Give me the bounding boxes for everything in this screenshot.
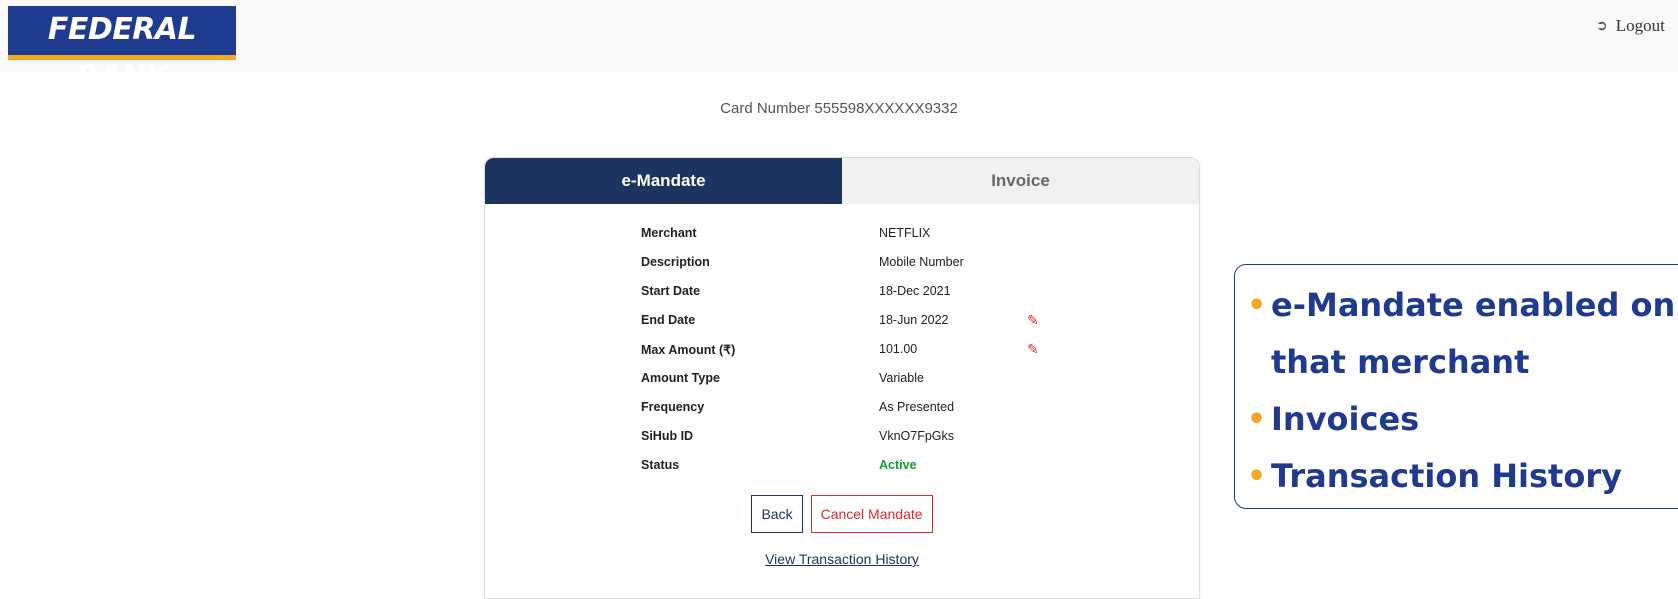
mandate-details: Merchant NETFLIX Description Mobile Numb… <box>641 226 1061 487</box>
cancel-mandate-button[interactable]: Cancel Mandate <box>810 495 933 533</box>
feature-list: • e-Mandate enabled on that merchant • Inv… <box>1235 265 1678 505</box>
tab-bar: e-Mandate Invoice <box>485 158 1199 204</box>
view-transaction-history-link[interactable]: View Transaction History <box>485 551 1199 567</box>
detail-label: Merchant <box>641 226 697 240</box>
detail-row-start-date: Start Date 18-Dec 2021 <box>641 284 1061 313</box>
feature-text: Invoices <box>1271 400 1420 438</box>
detail-row-frequency: Frequency As Presented <box>641 400 1061 429</box>
action-buttons: Back Cancel Mandate <box>485 495 1199 533</box>
detail-value: As Presented <box>879 400 955 414</box>
bullet-icon: • <box>1247 288 1267 323</box>
mandate-panel: e-Mandate Invoice Merchant NETFLIX Descr… <box>484 157 1200 599</box>
card-number: Card Number 555598XXXXXX9332 <box>720 100 958 117</box>
feature-callout: • e-Mandate enabled on that merchant • Inv… <box>1234 264 1678 509</box>
bullet-icon: • <box>1247 402 1267 437</box>
federal-bank-logo: FEDERAL BANK <box>8 6 236 95</box>
feature-text: e-Mandate enabled on that merchant <box>1271 286 1676 381</box>
feature-text: Transaction History <box>1271 457 1622 495</box>
logout-label: Logout <box>1615 16 1665 35</box>
detail-label: Start Date <box>641 284 701 298</box>
edit-max-amount-icon[interactable]: ✎ <box>1027 341 1039 358</box>
detail-value: 18-Dec 2021 <box>879 284 951 298</box>
detail-row-end-date: End Date 18-Jun 2022 ✎ <box>641 312 1061 342</box>
detail-row-max-amount: Max Amount (₹) 101.00 ✎ <box>641 341 1061 371</box>
tab-e-mandate[interactable]: e-Mandate <box>485 158 842 204</box>
status-badge: Active <box>879 458 917 472</box>
detail-row-description: Description Mobile Number <box>641 255 1061 284</box>
detail-row-status: Status Active <box>641 458 1061 487</box>
detail-label: Description <box>641 255 710 269</box>
tab-invoice[interactable]: Invoice <box>842 158 1199 204</box>
feature-item-transaction-history: • Transaction History <box>1247 448 1678 505</box>
detail-value: 18-Jun 2022 <box>879 313 949 327</box>
logout-button[interactable]: ➲ Logout <box>1596 16 1665 36</box>
top-bar: FEDERAL BANK ➲ Logout <box>0 0 1678 95</box>
detail-value: VknO7FpGks <box>879 429 955 443</box>
detail-label: Frequency <box>641 400 705 414</box>
detail-row-merchant: Merchant NETFLIX <box>641 226 1061 255</box>
detail-value: 101.00 <box>879 342 918 356</box>
detail-row-amount-type: Amount Type Variable <box>641 371 1061 400</box>
edit-end-date-icon[interactable]: ✎ <box>1027 312 1039 329</box>
feature-item-e-mandate: • e-Mandate enabled on that merchant <box>1247 277 1678 391</box>
sign-out-icon: ➲ <box>1596 18 1608 34</box>
detail-value: Mobile Number <box>879 255 964 269</box>
detail-label: Status <box>641 458 680 472</box>
detail-label: Amount Type <box>641 371 720 385</box>
feature-item-invoices: • Invoices <box>1247 391 1678 448</box>
detail-label: SiHub ID <box>641 429 694 443</box>
back-button[interactable]: Back <box>751 495 803 533</box>
detail-label: End Date <box>641 313 696 327</box>
detail-value: Variable <box>879 371 924 385</box>
bullet-icon: • <box>1247 459 1267 494</box>
detail-value: NETFLIX <box>879 226 931 240</box>
detail-row-sihub-id: SiHub ID VknO7FpGks <box>641 429 1061 458</box>
detail-label: Max Amount (₹) <box>641 343 736 357</box>
